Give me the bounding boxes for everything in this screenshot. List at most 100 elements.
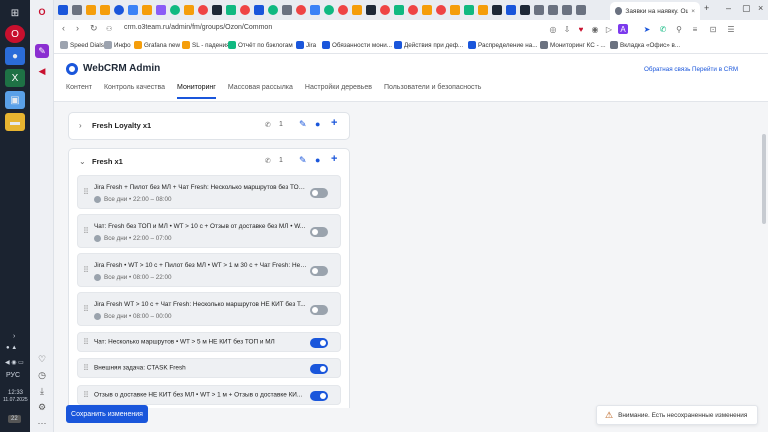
drag-handle-icon[interactable]: ⠿: [83, 305, 89, 314]
bookmark-item[interactable]: Вкладка «Офис» в...: [610, 41, 680, 49]
profile-icon[interactable]: A: [618, 24, 628, 34]
maximize-icon[interactable]: ▢: [742, 3, 751, 14]
language-indicator[interactable]: РУС: [6, 372, 20, 379]
close-tab-icon[interactable]: ×: [691, 8, 695, 15]
bookmark-item[interactable]: Обязанности мони...: [322, 41, 392, 49]
tab-favicon[interactable]: [450, 5, 460, 15]
rule-item[interactable]: ⠿ Внешняя задача: CTASK Fresh: [77, 358, 341, 378]
tab-favicon[interactable]: [492, 5, 502, 15]
active-tab[interactable]: Заявки на наявку. Ошибк ×: [610, 2, 700, 20]
rule-item[interactable]: ⠿ Отзыв о доставке НЕ КИТ без МЛ • WT > …: [77, 385, 341, 405]
tab-favicon[interactable]: [128, 5, 138, 15]
drag-handle-icon[interactable]: ⠿: [83, 188, 89, 197]
tab-favicon[interactable]: [478, 5, 488, 15]
drag-handle-icon[interactable]: ⠿: [83, 266, 89, 275]
url-field[interactable]: crm.o3team.ru/admin/fm/groups/Ozon/Commo…: [124, 24, 272, 31]
tab-mass-mailing[interactable]: Массовая рассылка: [228, 84, 293, 99]
user-icon[interactable]: ●: [315, 155, 320, 165]
bookmark-item[interactable]: Отчёт по бэклогам: [228, 41, 293, 49]
aria-icon[interactable]: ✎: [35, 44, 49, 58]
minimize-icon[interactable]: –: [726, 3, 731, 13]
tab-favicon[interactable]: [534, 5, 544, 15]
tab-favicon[interactable]: [562, 5, 572, 15]
volume-network-icons[interactable]: ◀ ◉ ▭: [5, 359, 24, 366]
rule-toggle[interactable]: [310, 391, 328, 401]
group-header[interactable]: › Fresh Loyalty x1 ✆ 1 ✎ ● +: [69, 113, 349, 139]
forward-icon[interactable]: ›: [76, 23, 79, 33]
add-icon[interactable]: +: [331, 117, 337, 129]
tab-tree-settings[interactable]: Настройки деревьев: [305, 84, 372, 99]
tab-quality-control[interactable]: Контроль качества: [104, 84, 165, 99]
drag-handle-icon[interactable]: ⠿: [83, 338, 89, 347]
extensions-icon[interactable]: ⚲: [674, 24, 684, 34]
snapshot-icon[interactable]: ⊡: [708, 24, 718, 34]
feedback-link[interactable]: Обратная связь: [644, 66, 690, 73]
tab-favicon[interactable]: [254, 5, 264, 15]
bookmark-item[interactable]: Действия при деф...: [394, 41, 463, 49]
tab-favicon[interactable]: [114, 5, 124, 15]
bookmark-item[interactable]: SL - падения: [182, 41, 230, 49]
more-icon[interactable]: ···: [35, 416, 49, 430]
add-icon[interactable]: +: [331, 153, 337, 165]
tab-favicon[interactable]: [100, 5, 110, 15]
edit-icon[interactable]: ✎: [299, 119, 307, 130]
tab-favicon[interactable]: [72, 5, 82, 15]
heart-icon[interactable]: ♥: [576, 24, 586, 34]
downloads-icon[interactable]: ⤓: [35, 384, 49, 398]
tab-favicon[interactable]: [394, 5, 404, 15]
go-to-crm-link[interactable]: Перейти в CRM: [692, 66, 738, 73]
clock-date[interactable]: 11.07.2025: [3, 397, 28, 403]
tab-favicon[interactable]: [268, 5, 278, 15]
tray-icons[interactable]: ● ▲: [6, 345, 17, 351]
tab-favicon[interactable]: [212, 5, 222, 15]
tab-favicon[interactable]: [58, 5, 68, 15]
tab-favicon[interactable]: [380, 5, 390, 15]
back-icon[interactable]: ‹: [62, 23, 65, 33]
settings-icon[interactable]: ⚙: [35, 400, 49, 414]
tab-favicon[interactable]: [324, 5, 334, 15]
explorer-taskbar-icon[interactable]: ▬: [5, 113, 25, 131]
chrome-taskbar-icon[interactable]: ●: [5, 47, 25, 65]
rule-toggle[interactable]: [310, 188, 328, 198]
tab-monitoring[interactable]: Мониторинг: [177, 84, 216, 99]
easy-setup-icon[interactable]: ≡: [690, 24, 700, 34]
heart-icon[interactable]: ♡: [35, 352, 49, 366]
tab-favicon[interactable]: [310, 5, 320, 15]
bookmark-icon[interactable]: ◉: [590, 24, 600, 34]
whatsapp-icon[interactable]: ✆: [658, 24, 668, 34]
rule-toggle[interactable]: [310, 338, 328, 348]
tab-favicon[interactable]: [226, 5, 236, 15]
rule-item[interactable]: ⠿ Jira Fresh • WT > 10 с + Пилот без МЛ …: [77, 253, 341, 287]
camera-icon[interactable]: ◎: [548, 24, 558, 34]
tab-favicon[interactable]: [506, 5, 516, 15]
share-icon[interactable]: ▷: [604, 24, 614, 34]
tab-favicon[interactable]: [352, 5, 362, 15]
bookmark-item[interactable]: Распределение на...: [468, 41, 538, 49]
excel-taskbar-icon[interactable]: X: [5, 69, 25, 87]
tab-favicon[interactable]: [422, 5, 432, 15]
tab-favicon[interactable]: [338, 5, 348, 15]
tab-favicon[interactable]: [520, 5, 530, 15]
user-icon[interactable]: ●: [315, 119, 320, 129]
tab-users-security[interactable]: Пользователи и безопасность: [384, 84, 481, 99]
clock-time[interactable]: 12:33: [8, 390, 23, 396]
bookmark-item[interactable]: Grafana new: [134, 41, 180, 49]
edit-icon[interactable]: ✎: [299, 155, 307, 166]
rule-toggle[interactable]: [310, 364, 328, 374]
rule-item[interactable]: ⠿ Чат: Fresh без ТОП и МЛ • WT > 10 с + …: [77, 214, 341, 248]
drag-handle-icon[interactable]: ⠿: [83, 364, 89, 373]
close-window-icon[interactable]: ×: [758, 3, 763, 13]
pinboard-icon[interactable]: ◀: [35, 64, 49, 78]
tab-favicon[interactable]: [170, 5, 180, 15]
tab-content[interactable]: Контент: [66, 84, 92, 99]
tab-favicon[interactable]: [366, 5, 376, 15]
site-info-icon[interactable]: ⚇: [106, 25, 112, 33]
opera-taskbar-icon[interactable]: O: [5, 25, 25, 43]
drag-handle-icon[interactable]: ⠿: [83, 227, 89, 236]
telegram-icon[interactable]: ➤: [642, 24, 652, 34]
tab-favicon[interactable]: [548, 5, 558, 15]
bookmark-item[interactable]: Jira: [296, 41, 316, 49]
rule-item[interactable]: ⠿ Чат: Несколько маршрутов • WT > 5 м НЕ…: [77, 332, 341, 352]
bookmark-item[interactable]: Speed Dials: [60, 41, 104, 49]
reload-icon[interactable]: ↻: [90, 23, 98, 34]
